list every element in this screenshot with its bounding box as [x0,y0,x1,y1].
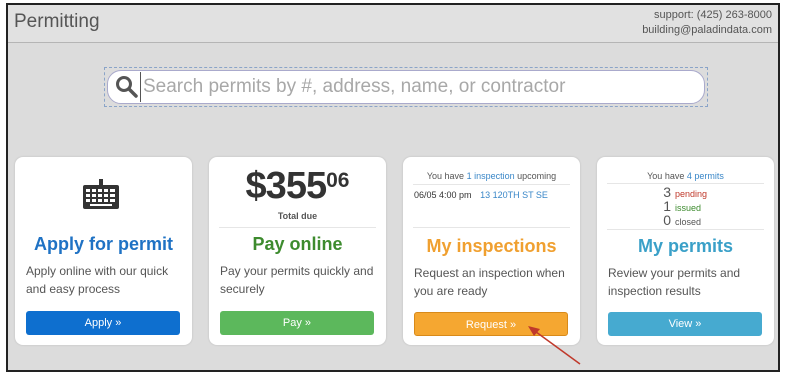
support-email[interactable]: building@paladindata.com [642,23,772,38]
support-contact: support: (425) 263-8000 building@paladin… [642,8,772,38]
search-input[interactable] [140,72,704,102]
permits-card: You have 4 permits 3 pending 1 issued 0 clo… [597,157,774,345]
inspections-description: Request an inspection when you are ready [414,266,565,298]
inspections-summary: You have 1 inspection upcoming [426,171,557,181]
amount-cents: 06 [326,169,350,192]
header-bar: Permitting support: (425) 263-8000 build… [8,5,778,43]
amount-dollars: $355 [245,165,328,207]
pending-count[interactable]: 3 pending [659,185,707,199]
permits-heading: My permits [637,236,734,256]
pay-button[interactable]: Pay » [220,311,374,335]
permits-summary: You have 4 permits [647,171,724,181]
inspections-heading: My inspections [426,236,557,256]
issued-count[interactable]: 1 issued [659,199,701,213]
keyboard-icon [83,179,119,209]
divider [607,229,764,230]
pay-description: Pay your permits quickly and securely [220,264,374,296]
apply-heading: Apply for permit [33,234,173,254]
search-focus-outline [104,67,708,107]
inspections-card: You have 1 inspection upcoming 06/05 4:0… [403,157,580,345]
support-phone: support: (425) 263-8000 [653,9,772,21]
apply-description: Apply online with our quick and easy pro… [26,264,169,296]
page-title: Permitting [14,11,100,32]
request-button[interactable]: Request » [414,312,568,336]
view-button[interactable]: View » [608,312,762,336]
app-window: Permitting support: (425) 263-8000 build… [6,3,780,372]
divider [607,183,764,184]
search-bar[interactable] [107,70,705,104]
inspection-address-link[interactable]: 13 120TH ST SE [480,190,548,200]
permit-count-link[interactable]: 4 permits [687,171,724,181]
inspection-item[interactable]: 06/05 4:00 pm 13 120TH ST SE [414,190,548,200]
divider [413,184,570,185]
permits-description: Review your permits and inspection resul… [608,266,741,298]
pay-heading: Pay online [252,234,343,254]
total-due-amount: $35506 [209,165,386,208]
total-due-label: Total due [277,211,318,221]
apply-button[interactable]: Apply » [26,311,180,335]
inspection-datetime: 06/05 4:00 pm [414,190,472,200]
pay-card: $35506 Total due Pay online Pay your per… [209,157,386,345]
search-icon [116,76,138,98]
divider [219,227,376,228]
closed-count[interactable]: 0 closed [659,213,701,227]
divider [413,227,570,228]
apply-card: Apply for permit Apply online with our q… [15,157,192,345]
inspection-count-link[interactable]: 1 inspection [467,171,515,181]
